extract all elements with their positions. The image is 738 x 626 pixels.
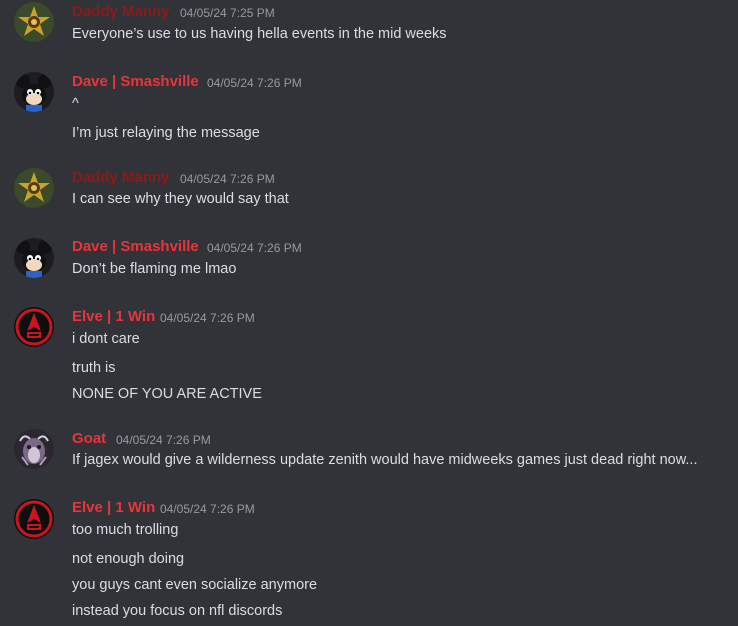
message-line: i dont care [72,331,140,347]
gold-crest-avatar-icon [14,168,54,208]
cartoon-mouse-avatar-icon [14,238,54,278]
avatar[interactable] [14,2,54,42]
message-line: I’m just relaying the message [72,125,260,141]
message-line: instead you focus on nfl discords [72,603,283,619]
avatar[interactable] [14,72,54,112]
avatar[interactable] [14,499,54,539]
author-name[interactable]: Daddy Manny [72,169,170,186]
author-name[interactable]: Elve | 1 Win [72,499,155,516]
avatar[interactable] [14,429,54,469]
timestamp: 04/05/24 7:25 PM [180,6,275,20]
message-line: truth is [72,360,116,376]
avatar[interactable] [14,238,54,278]
author-name[interactable]: Dave | Smashville [72,73,199,90]
message-line: NONE OF YOU ARE ACTIVE [72,386,262,402]
gold-crest-avatar-icon [14,2,54,42]
message-line: I can see why they would say that [72,191,289,207]
timestamp: 04/05/24 7:26 PM [207,241,302,255]
avatar[interactable] [14,168,54,208]
timestamp: 04/05/24 7:26 PM [180,172,275,186]
timestamp: 04/05/24 7:26 PM [160,502,255,516]
author-name[interactable]: Elve | 1 Win [72,308,155,325]
message-line: you guys cant even socialize anymore [72,577,318,593]
author-name[interactable]: Daddy Manny [72,3,170,20]
red-emblem-avatar-icon [14,499,54,539]
timestamp: 04/05/24 7:26 PM [116,433,211,447]
message-line: Everyone’s use to us having hella events… [72,26,447,42]
timestamp: 04/05/24 7:26 PM [160,311,255,325]
message-line: ^ [72,96,79,112]
message-line: If jagex would give a wilderness update … [72,452,698,468]
message-line: Don’t be flaming me lmao [72,261,237,277]
red-emblem-avatar-icon [14,307,54,347]
author-name[interactable]: Goat [72,430,106,447]
goat-avatar-icon [14,429,54,469]
message-line: not enough doing [72,551,185,567]
avatar[interactable] [14,307,54,347]
timestamp: 04/05/24 7:26 PM [207,76,302,90]
author-name[interactable]: Dave | Smashville [72,238,199,255]
message-line: too much trolling [72,522,179,538]
cartoon-mouse-avatar-icon [14,72,54,112]
